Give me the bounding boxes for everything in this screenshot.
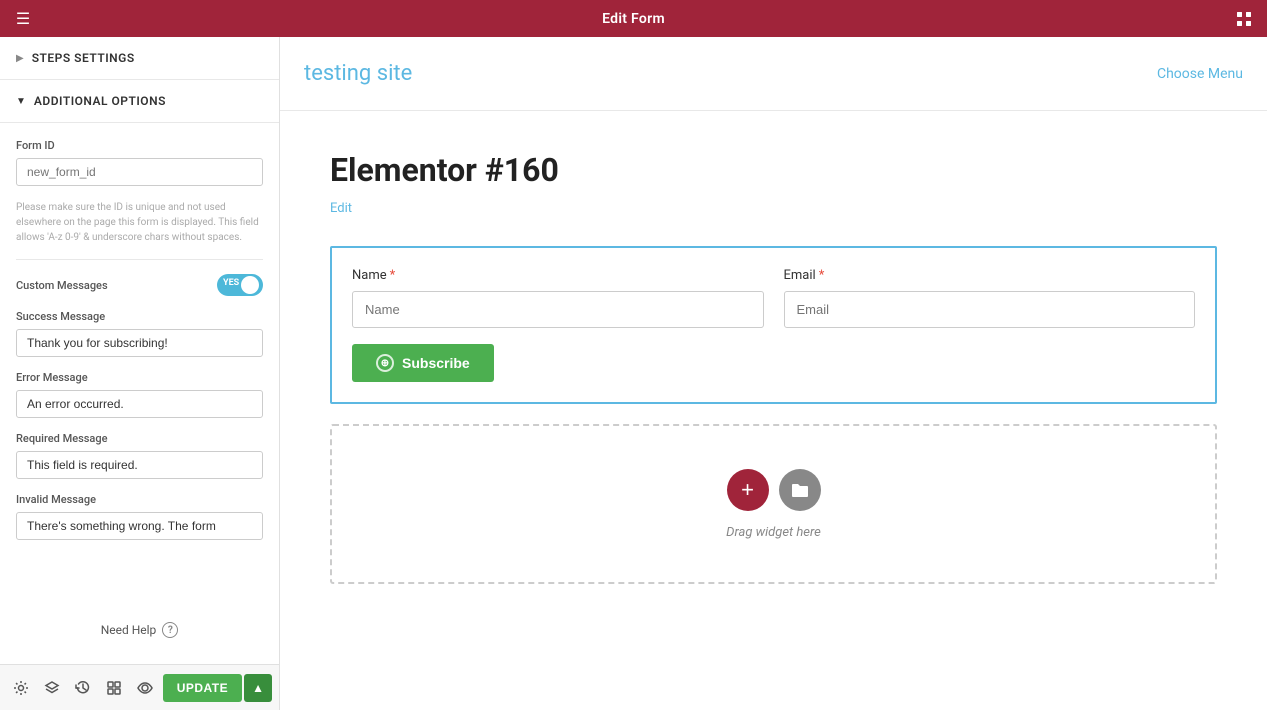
edit-link[interactable]: Edit bbox=[330, 201, 352, 216]
toggle-yes-label: YES bbox=[223, 278, 239, 288]
sidebar-content: Form ID Please make sure the ID is uniqu… bbox=[0, 123, 279, 606]
content-area: testing site Choose Menu Elementor #160 … bbox=[280, 37, 1267, 710]
email-required-star: * bbox=[819, 268, 825, 283]
history-icon-button[interactable] bbox=[70, 672, 97, 704]
elementor-page-title: Elementor #160 bbox=[330, 151, 1217, 189]
form-widget: Name * Email * ⊕ Subsc bbox=[330, 246, 1217, 404]
template-icon bbox=[106, 680, 122, 696]
hamburger-menu-button[interactable]: ☰ bbox=[0, 0, 46, 37]
add-widget-button[interactable]: + bbox=[727, 469, 769, 511]
custom-messages-label: Custom Messages bbox=[16, 279, 108, 292]
hamburger-icon: ☰ bbox=[16, 9, 30, 28]
error-message-label: Error Message bbox=[16, 371, 263, 384]
additional-options-chevron: ▼ bbox=[16, 96, 26, 107]
divider-1 bbox=[16, 259, 263, 260]
content-header: testing site Choose Menu bbox=[280, 37, 1267, 111]
name-required-star: * bbox=[390, 268, 396, 283]
email-label: Email * bbox=[784, 268, 1196, 283]
grid-menu-button[interactable] bbox=[1221, 0, 1267, 37]
bottom-toolbar: UPDATE ▲ bbox=[0, 664, 280, 710]
drag-widget-label: Drag widget here bbox=[726, 525, 821, 540]
custom-messages-toggle[interactable]: YES bbox=[217, 274, 263, 296]
invalid-message-label: Invalid Message bbox=[16, 493, 263, 506]
success-message-group: Success Message bbox=[16, 310, 263, 357]
collapse-panel-button[interactable]: ◀ bbox=[279, 354, 280, 394]
help-icon: ? bbox=[162, 622, 178, 638]
email-input[interactable] bbox=[784, 291, 1196, 328]
steps-settings-section[interactable]: ▶ Steps Settings bbox=[0, 37, 279, 80]
required-message-input[interactable] bbox=[16, 451, 263, 479]
custom-messages-row: Custom Messages YES bbox=[16, 274, 263, 296]
required-message-group: Required Message bbox=[16, 432, 263, 479]
history-icon bbox=[75, 680, 91, 696]
layers-icon-button[interactable] bbox=[39, 672, 66, 704]
form-id-label: Form ID bbox=[16, 139, 263, 152]
folder-icon bbox=[791, 482, 809, 498]
steps-settings-chevron: ▶ bbox=[16, 53, 24, 64]
settings-icon bbox=[13, 680, 29, 696]
settings-icon-button[interactable] bbox=[8, 672, 35, 704]
main-layout: ▶ Steps Settings ▼ Additional Options Fo… bbox=[0, 37, 1267, 710]
form-id-hint: Please make sure the ID is unique and no… bbox=[16, 200, 263, 245]
update-button-group: UPDATE ▲ bbox=[163, 674, 272, 702]
required-message-label: Required Message bbox=[16, 432, 263, 445]
form-id-input[interactable] bbox=[16, 158, 263, 186]
additional-options-section[interactable]: ▼ Additional Options bbox=[0, 80, 279, 123]
choose-menu-link[interactable]: Choose Menu bbox=[1157, 66, 1243, 82]
subscribe-icon: ⊕ bbox=[376, 354, 394, 372]
additional-options-label: Additional Options bbox=[34, 94, 166, 108]
need-help-text: Need Help bbox=[101, 623, 157, 637]
page-content: Elementor #160 Edit Name * Email bbox=[280, 111, 1267, 710]
sidebar: ▶ Steps Settings ▼ Additional Options Fo… bbox=[0, 37, 280, 710]
layers-icon bbox=[44, 680, 60, 696]
subscribe-button[interactable]: ⊕ Subscribe bbox=[352, 344, 494, 382]
email-field: Email * bbox=[784, 268, 1196, 328]
error-message-input[interactable] bbox=[16, 390, 263, 418]
site-title: testing site bbox=[304, 61, 1157, 86]
form-id-group: Form ID bbox=[16, 139, 263, 186]
drag-widget-area: + Drag widget here bbox=[330, 424, 1217, 584]
error-message-group: Error Message bbox=[16, 371, 263, 418]
update-button[interactable]: UPDATE bbox=[163, 674, 242, 702]
invalid-message-input[interactable] bbox=[16, 512, 263, 540]
name-input[interactable] bbox=[352, 291, 764, 328]
need-help-link[interactable]: Need Help ? bbox=[0, 606, 279, 654]
page-title: Edit Form bbox=[46, 11, 1221, 27]
name-label: Name * bbox=[352, 268, 764, 283]
top-bar: ☰ Edit Form bbox=[0, 0, 1267, 37]
success-message-label: Success Message bbox=[16, 310, 263, 323]
success-message-input[interactable] bbox=[16, 329, 263, 357]
name-field: Name * bbox=[352, 268, 764, 328]
form-fields-row: Name * Email * bbox=[352, 268, 1195, 328]
steps-settings-label: Steps Settings bbox=[32, 51, 135, 65]
update-split-button[interactable]: ▲ bbox=[244, 674, 272, 702]
invalid-message-group: Invalid Message bbox=[16, 493, 263, 540]
preview-icon-button[interactable] bbox=[132, 672, 159, 704]
drag-widget-buttons: + bbox=[727, 469, 821, 511]
grid-icon bbox=[1236, 11, 1252, 27]
folder-widget-button[interactable] bbox=[779, 469, 821, 511]
preview-icon bbox=[137, 680, 153, 696]
template-icon-button[interactable] bbox=[101, 672, 128, 704]
